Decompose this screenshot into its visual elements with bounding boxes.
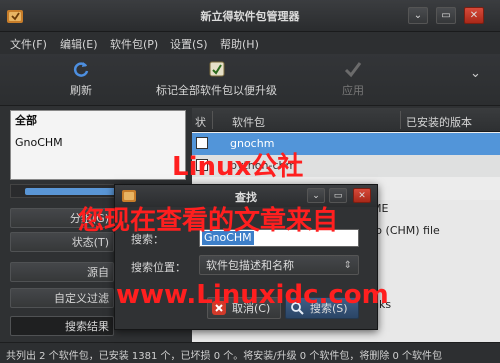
- column-status-header[interactable]: 状: [195, 114, 206, 130]
- column-installed-version-header[interactable]: 已安装的版本: [406, 114, 472, 130]
- title-bar: 新立得软件包管理器 ⌄ ▭ ✕: [0, 0, 500, 32]
- menu-bar: 文件(F) 编辑(E) 软件包(P) 设置(S) 帮助(H): [0, 32, 500, 54]
- status-text: 共列出 2 个软件包，已安装 1381 个，已坏损 0 个。将安装/升级 0 个…: [6, 351, 443, 362]
- filter-custom-button[interactable]: 自定义过滤: [10, 288, 114, 308]
- dialog-close-button[interactable]: ✕: [353, 188, 371, 203]
- apply-button[interactable]: 应用: [336, 56, 376, 104]
- filter-search-results-button[interactable]: 搜索结果: [10, 316, 114, 336]
- toolbar: 刷新 标记全部软件包以便升级 应用 ⌄: [0, 54, 500, 106]
- menu-settings[interactable]: 设置(S): [170, 36, 208, 52]
- minimize-button[interactable]: ⌄: [408, 7, 428, 24]
- table-header: 状 软件包 已安装的版本: [192, 108, 500, 132]
- menu-file[interactable]: 文件(F): [10, 36, 47, 52]
- menu-edit[interactable]: 编辑(E): [60, 36, 98, 52]
- refresh-button[interactable]: 刷新: [56, 56, 106, 104]
- column-separator: [212, 111, 213, 129]
- refresh-label: 刷新: [70, 84, 92, 97]
- chevron-up-down-icon: ⇕: [343, 260, 352, 271]
- menu-help[interactable]: 帮助(H): [220, 36, 259, 52]
- column-separator: [400, 111, 401, 129]
- watermark-line-3: www.Linuxidc.com: [116, 280, 389, 310]
- filter-origin-button[interactable]: 源自: [10, 262, 114, 282]
- toolbar-overflow-chevron-icon[interactable]: ⌄: [470, 66, 481, 81]
- apply-check-icon: [344, 60, 362, 78]
- maximize-button[interactable]: ▭: [436, 7, 456, 24]
- filter-list: 全部 GnoCHM: [10, 110, 186, 180]
- filter-item-gnochm[interactable]: GnoCHM: [11, 133, 185, 153]
- upgrade-icon: [208, 60, 226, 78]
- refresh-icon: [72, 60, 90, 78]
- search-location-label: 搜索位置：: [131, 261, 186, 274]
- apply-label: 应用: [342, 84, 364, 97]
- details-text: lp (CHM) file: [372, 224, 440, 237]
- column-package-header[interactable]: 软件包: [232, 114, 265, 130]
- status-bar: 共列出 2 个软件包，已安装 1381 个，已坏损 0 个。将安装/升级 0 个…: [0, 342, 500, 363]
- mark-all-upgrades-label: 标记全部软件包以便升级: [156, 84, 277, 97]
- watermark-line-1: Linux公社: [172, 152, 304, 182]
- watermark-line-2: 您现在查看的文章来自: [78, 206, 339, 236]
- menu-package[interactable]: 软件包(P): [110, 36, 158, 52]
- search-location-select[interactable]: 软件包描述和名称 ⇕: [199, 255, 359, 275]
- close-button[interactable]: ✕: [464, 7, 484, 24]
- mark-all-upgrades-button[interactable]: 标记全部软件包以便升级: [150, 56, 286, 104]
- search-location-value: 软件包描述和名称: [206, 259, 294, 272]
- filter-item-all[interactable]: 全部: [11, 111, 185, 131]
